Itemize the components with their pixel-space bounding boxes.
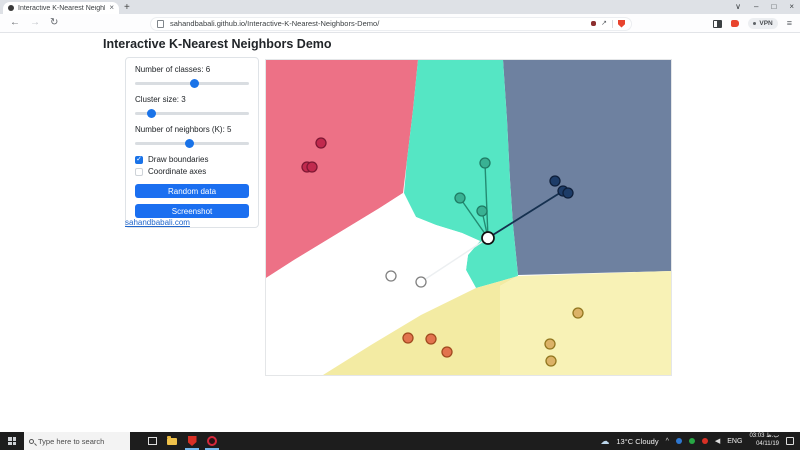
region-slate: [503, 60, 671, 275]
tab-close-icon[interactable]: ×: [109, 4, 114, 12]
classes-label: Number of classes: 6: [135, 65, 249, 74]
vpn-label: VPN: [759, 20, 772, 27]
data-point-orange[interactable]: [426, 334, 436, 344]
coordinate-axes-row[interactable]: Coordinate axes: [135, 167, 249, 176]
wallet-icon[interactable]: [591, 21, 596, 26]
screen: Interactive K-Nearest Neighbo... × + ∨ –…: [0, 0, 800, 450]
menu-icon[interactable]: ≡: [787, 19, 792, 28]
data-point-red[interactable]: [316, 138, 326, 148]
data-point-orange[interactable]: [403, 333, 413, 343]
address-bar-actions: ↗: [591, 20, 625, 28]
address-bar[interactable]: sahandbabali.github.io/Interactive-K-Nea…: [150, 17, 632, 31]
data-point-white[interactable]: [386, 271, 396, 281]
new-tab-button[interactable]: +: [124, 2, 130, 14]
task-view-icon: [148, 437, 157, 445]
tray-green-icon[interactable]: [689, 438, 695, 444]
window-controls: ∨ – □ ×: [735, 0, 794, 14]
cluster-size-slider[interactable]: [135, 109, 249, 118]
page-info-icon[interactable]: [157, 20, 164, 28]
windows-taskbar: Type here to search ☁ 13°C Cloudy ^ ◀ EN…: [0, 432, 800, 450]
data-point-white[interactable]: [416, 277, 426, 287]
tray-blue-icon[interactable]: [676, 438, 682, 444]
data-point-red[interactable]: [307, 162, 317, 172]
tab-title: Interactive K-Nearest Neighbo...: [18, 5, 105, 12]
taskbar-clock[interactable]: 03:03 ب.ظ 04/11/19: [749, 433, 779, 449]
query-point[interactable]: [482, 232, 494, 244]
classes-slider[interactable]: [135, 79, 249, 88]
reload-icon[interactable]: ↻: [50, 18, 58, 28]
sidebar-toggle-icon[interactable]: [713, 20, 722, 28]
share-icon[interactable]: ↗: [601, 20, 607, 27]
speaker-icon[interactable]: ◀: [715, 438, 720, 445]
chevron-down-icon[interactable]: ∨: [735, 3, 741, 11]
data-point-tan[interactable]: [546, 356, 556, 366]
forward-icon: →: [30, 18, 40, 28]
vpn-dot-icon: [753, 22, 756, 25]
data-point-tan[interactable]: [573, 308, 583, 318]
author-link[interactable]: sahandbabali.com: [125, 218, 190, 227]
clock-time: 03:03 ب.ظ: [749, 433, 779, 439]
language-indicator[interactable]: ENG: [727, 438, 742, 445]
system-tray: ☁ 13°C Cloudy ^ ◀ ENG 03:03 ب.ظ 04/11/19: [600, 433, 800, 449]
tray-expand-icon[interactable]: ^: [666, 438, 669, 445]
toolbar-right: VPN ≡: [713, 14, 792, 33]
data-point-navy[interactable]: [550, 176, 560, 186]
folder-icon: [167, 438, 177, 445]
cluster-size-label: Cluster size: 3: [135, 95, 249, 104]
file-explorer-button[interactable]: [162, 432, 182, 450]
draw-boundaries-row[interactable]: ✓ Draw boundaries: [135, 155, 249, 164]
data-point-teal[interactable]: [477, 206, 487, 216]
checkbox-checked-icon[interactable]: ✓: [135, 156, 143, 164]
decision-boundary-plot[interactable]: [266, 60, 671, 375]
maximize-icon[interactable]: □: [771, 3, 776, 11]
weather-text[interactable]: 13°C Cloudy: [616, 437, 658, 446]
divider: [612, 20, 613, 28]
task-view-button[interactable]: [142, 432, 162, 450]
shield-app-icon: [188, 436, 197, 446]
tray-red-icon[interactable]: [702, 438, 708, 444]
tab-favicon-icon: [8, 5, 14, 11]
browser-tab-bar: Interactive K-Nearest Neighbo... × + ∨ –…: [0, 0, 800, 14]
data-point-orange[interactable]: [442, 347, 452, 357]
knn-canvas[interactable]: [265, 59, 672, 376]
vpn-badge[interactable]: VPN: [748, 18, 777, 29]
action-center-icon[interactable]: [786, 437, 794, 445]
search-icon: [29, 439, 34, 444]
data-point-navy[interactable]: [563, 188, 573, 198]
checkbox-unchecked-icon[interactable]: [135, 168, 143, 176]
draw-boundaries-label: Draw boundaries: [148, 155, 208, 164]
region-yellow-right: [500, 271, 671, 375]
close-icon[interactable]: ×: [789, 3, 794, 11]
page-title: Interactive K-Nearest Neighbors Demo: [103, 37, 332, 51]
extension-icon[interactable]: [731, 20, 739, 27]
browser-app-icon: [207, 436, 217, 446]
windows-logo-icon: [8, 437, 16, 445]
browser-tab[interactable]: Interactive K-Nearest Neighbo... ×: [3, 2, 119, 14]
random-data-button[interactable]: Random data: [135, 184, 249, 198]
neighbors-slider[interactable]: [135, 139, 249, 148]
coordinate-axes-label: Coordinate axes: [148, 167, 206, 176]
data-point-tan[interactable]: [545, 339, 555, 349]
url-text[interactable]: sahandbabali.github.io/Interactive-K-Nea…: [170, 19, 379, 28]
data-point-teal[interactable]: [455, 193, 465, 203]
browser-app-button[interactable]: [202, 432, 222, 450]
start-button[interactable]: [0, 432, 24, 450]
slider-thumb[interactable]: [185, 139, 194, 148]
neighbors-label: Number of neighbors (K): 5: [135, 125, 249, 134]
page-content: Interactive K-Nearest Neighbors Demo Num…: [0, 34, 800, 432]
brave-shield-icon[interactable]: [618, 20, 625, 28]
search-placeholder: Type here to search: [38, 437, 104, 446]
weather-icon[interactable]: ☁: [600, 437, 609, 446]
screenshot-button[interactable]: Screenshot: [135, 204, 249, 218]
shield-app-button[interactable]: [182, 432, 202, 450]
taskbar-search[interactable]: Type here to search: [24, 432, 130, 450]
slider-thumb[interactable]: [147, 109, 156, 118]
minimize-icon[interactable]: –: [754, 3, 758, 11]
data-point-teal[interactable]: [480, 158, 490, 168]
browser-navbar: ← → ↻ sahandbabali.github.io/Interactive…: [0, 14, 800, 33]
clock-date: 04/11/19: [756, 441, 779, 447]
back-icon[interactable]: ←: [10, 18, 20, 28]
slider-thumb[interactable]: [190, 79, 199, 88]
control-panel: Number of classes: 6 Cluster size: 3 Num…: [125, 57, 259, 228]
